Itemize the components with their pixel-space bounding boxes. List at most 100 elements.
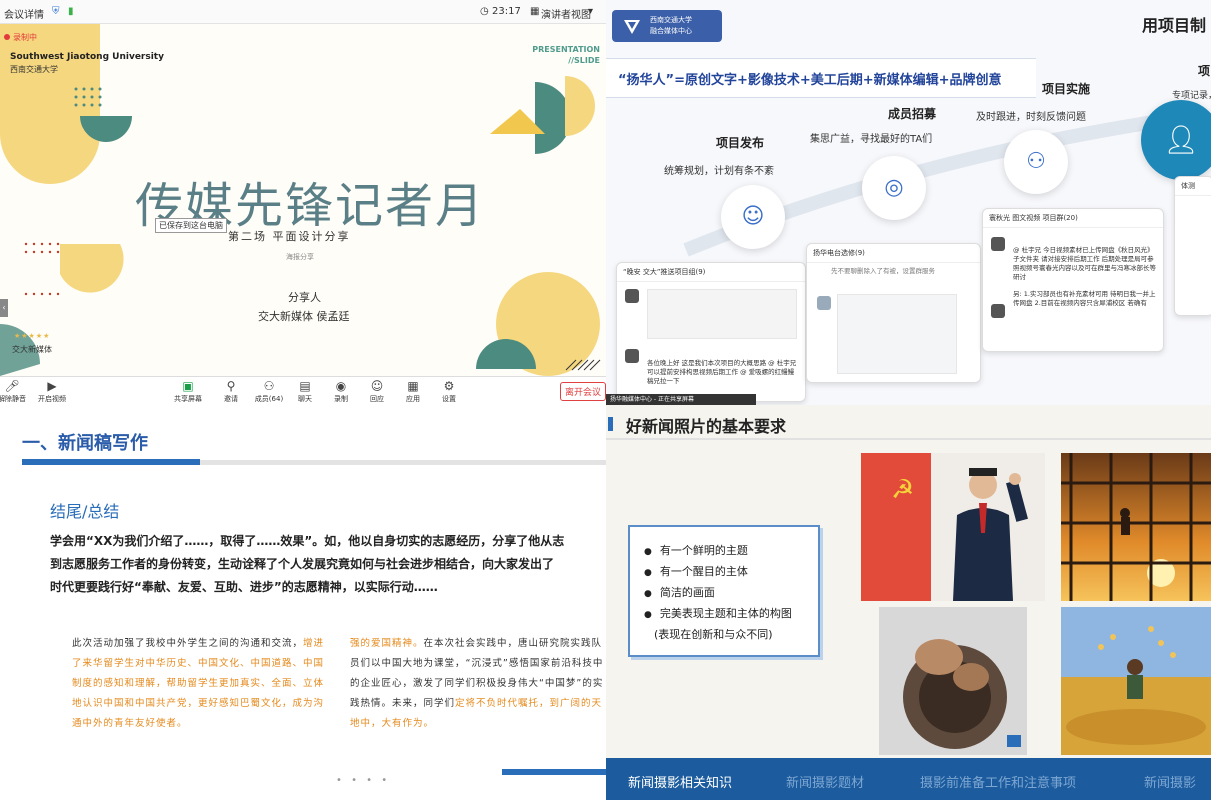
- shared-slide: 录制中 Southwest Jiaotong University 西南交通大学…: [0, 24, 606, 376]
- university-name-cn: 西南交通大学: [10, 65, 58, 74]
- formula-banner: “扬华人”=原创文字+影像技术+美工后期+新媒体编辑+品牌创意: [606, 58, 1036, 98]
- logo-text: 交大新媒体: [12, 345, 52, 354]
- logo-stars: ★★★★★: [14, 332, 51, 340]
- slide-pager[interactable]: • • • •: [336, 775, 390, 786]
- news-writing-slide: 一、新闻稿写作 结尾/总结 学会用“XX为我们介绍了……，取得了……效果”。如，…: [0, 405, 606, 800]
- university-name-en: Southwest Jiaotong University: [10, 52, 164, 62]
- media-center-badge: 西南交通大学 融合媒体中心: [612, 10, 722, 42]
- user-check-icon: 👤︎: [1141, 100, 1211, 180]
- members-button[interactable]: ⚇ 成员(64): [251, 379, 287, 404]
- chat-screenshot-3: 寰秋光 图文视频 项目群(20) @ 杜宇兄 今日视频素材已上传网盘《秋日风光》…: [982, 208, 1164, 352]
- title-underline-accent: [22, 459, 200, 465]
- presentation-label: PRESENTATION //SLIDE: [532, 45, 600, 65]
- photo-harvest-grain: [1061, 607, 1211, 755]
- users-icon: ⚇: [263, 379, 275, 393]
- saved-tooltip: 已保存到这台电脑: [155, 218, 227, 233]
- reaction-icon: ☺: [370, 379, 384, 393]
- chat-screenshot-1: “晚安 交大”推送项目组(9) 各位晚上好 这是我们本次项目的大概思路 @ 杜宇…: [616, 262, 806, 402]
- photo-construction-art: [1061, 453, 1211, 601]
- add-user-icon: ⚲: [226, 379, 236, 393]
- news-slide-subtitle: 结尾/总结: [50, 502, 120, 521]
- photo-hands-working: [879, 607, 1027, 755]
- footer-accent-bar: [502, 769, 606, 775]
- start-video-button[interactable]: ▶ 开启视频: [34, 379, 70, 404]
- view-mode-button[interactable]: 演讲者视图: [541, 6, 591, 21]
- camera-icon: ▶: [47, 379, 57, 393]
- news-slide-title: 一、新闻稿写作: [22, 433, 148, 454]
- target-icon: ◎: [862, 156, 926, 220]
- project-slide: 西南交通大学 融合媒体中心 用项目制 “扬华人”=原创文字+影像技术+美工后期+…: [606, 0, 1211, 405]
- apps-button[interactable]: ▦ 应用: [395, 379, 431, 404]
- photo-construction-sunset: [1061, 453, 1211, 601]
- requirements-list: 有一个鲜明的主题 有一个醒目的主体 简洁的画面 完美表现主题和主体的构图 (表现…: [628, 525, 820, 657]
- leave-meeting-button[interactable]: 离开会议: [559, 382, 606, 401]
- nav-tab-knowledge[interactable]: 新闻摄影相关知识: [628, 772, 732, 791]
- step-publish: 项目发布: [716, 136, 765, 150]
- title-divider: [606, 438, 1211, 440]
- requirement-note: (表现在创新和与众不同): [654, 628, 773, 641]
- record-icon: ◉: [335, 379, 347, 393]
- invite-button[interactable]: ⚲ 邀请: [213, 379, 249, 404]
- photo-leader-waving: ☭: [861, 453, 1045, 601]
- gear-icon: ⚙: [443, 379, 455, 393]
- svg-text:☭: ☭: [891, 475, 914, 505]
- photo-leader-art: ☭: [861, 453, 1045, 601]
- step-implement: 项目实施: [1042, 82, 1091, 96]
- screen-share-icon: ▣: [182, 379, 194, 393]
- requirement-item: 有一个醒目的主体: [644, 562, 818, 583]
- photo-slide-title: 好新闻照片的基本要求: [626, 417, 787, 436]
- screen-share-taskbar: 扬华融媒体中心 - 正在共享屏幕: [606, 394, 756, 405]
- share-screen-button[interactable]: ▣ 共享屏幕: [170, 379, 206, 404]
- requirement-item: 简洁的画面: [644, 583, 818, 604]
- slide-small-note: 海报分享: [286, 253, 314, 261]
- step-publish-desc: 统筹规划，计划有条不紊: [664, 166, 774, 177]
- apps-grid-icon: ▦: [407, 379, 419, 393]
- university-logo-icon: [624, 20, 640, 34]
- project-slide-title: 用项目制: [1142, 16, 1207, 35]
- recording-indicator: 录制中: [4, 32, 37, 43]
- title-marker: [608, 417, 613, 431]
- team-icon: ⚇: [1004, 130, 1068, 194]
- photo-harvest-art: [1061, 607, 1211, 755]
- step-record-desc: 专项记录，: [1172, 91, 1211, 101]
- chat-icon: ▤: [299, 379, 311, 393]
- meeting-toolbar: 🎤︎ 解除静音 ▶ 开启视频 ▣ 共享屏幕 ⚲ 邀请 ⚇ 成员(64) ▤ 聊天 ◉ 录制 ☺…: [0, 376, 606, 405]
- microphone-icon: 🎤︎: [4, 379, 20, 393]
- record-button[interactable]: ◉ 录制: [323, 379, 359, 404]
- requirement-item: 完美表现主题和主体的构图: [644, 604, 818, 625]
- chat-button[interactable]: ▤ 聊天: [287, 379, 323, 404]
- clock-icon: ◷: [480, 6, 489, 17]
- example-text-right: 强的爱国精神。在本次社会实践中，唐山研究院实践队员们以中国大地为课堂，“沉浸式”…: [350, 638, 604, 729]
- reaction-button[interactable]: ☺ 回应: [359, 379, 395, 404]
- meeting-window: 会议详情 ⛨ ▮ ◷ 23:17 ▦ 演讲者视图 ▾ 录制中 Southwest…: [0, 0, 606, 405]
- requirement-item: 有一个鲜明的主题: [644, 541, 818, 562]
- sharer-label: 分享人: [288, 291, 321, 304]
- nav-tab-photography[interactable]: 新闻摄影: [1144, 772, 1196, 791]
- meeting-clock: 23:17: [492, 6, 521, 17]
- meeting-details-link[interactable]: 会议详情: [4, 6, 44, 21]
- layout-icon: ▦: [530, 6, 540, 17]
- example-text-left: 此次活动加强了我校中外学生之间的沟通和交流，增进了来华留学生对中华历史、中国文化…: [72, 638, 325, 729]
- step-recruit-desc: 集思广益，寻找最好的TA们: [810, 134, 933, 145]
- chat-screenshot-4: 体测: [1174, 176, 1211, 316]
- step-implement-desc: 及时跟进，时刻反馈问题: [976, 112, 1086, 123]
- chevron-down-icon[interactable]: ▾: [588, 6, 593, 17]
- photo-requirements-slide: 好新闻照片的基本要求 有一个鲜明的主题 有一个醒目的主体 简洁的画面 完美表现主…: [606, 405, 1211, 800]
- step-record-heading: 项: [1198, 64, 1211, 78]
- slide-subtitle: 第二场 平面设计分享: [228, 230, 351, 243]
- meeting-title-bar: 会议详情 ⛨ ▮ ◷ 23:17 ▦ 演讲者视图 ▾: [0, 0, 606, 24]
- sharer-name: 交大新媒体 侯孟廷: [258, 310, 350, 323]
- chat-screenshot-2: 扬华电台选修(9) 先不要聊删除入了有被，设置群服务: [806, 243, 981, 383]
- shield-icon: ⛨: [52, 6, 60, 17]
- nav-tab-preparation[interactable]: 摄影前准备工作和注意事项: [920, 772, 1076, 791]
- settings-button[interactable]: ⚙ 设置: [431, 379, 467, 404]
- nav-tab-subjects[interactable]: 新闻摄影题材: [786, 772, 864, 791]
- signal-icon: ▮: [68, 6, 74, 17]
- news-slide-paragraph: 学会用“XX为我们介绍了……，取得了……效果”。如，他以自身切实的志愿经历，分享…: [50, 534, 565, 594]
- collapse-arrow-icon[interactable]: ‹: [0, 299, 8, 317]
- photo-hands-art: [879, 607, 1027, 755]
- headset-icon: ☺: [721, 185, 785, 249]
- unmute-button[interactable]: 🎤︎ 解除静音: [0, 379, 30, 404]
- step-recruit: 成员招募: [888, 107, 937, 121]
- bottom-navigation: 新闻摄影相关知识 新闻摄影题材 摄影前准备工作和注意事项 新闻摄影: [606, 758, 1211, 800]
